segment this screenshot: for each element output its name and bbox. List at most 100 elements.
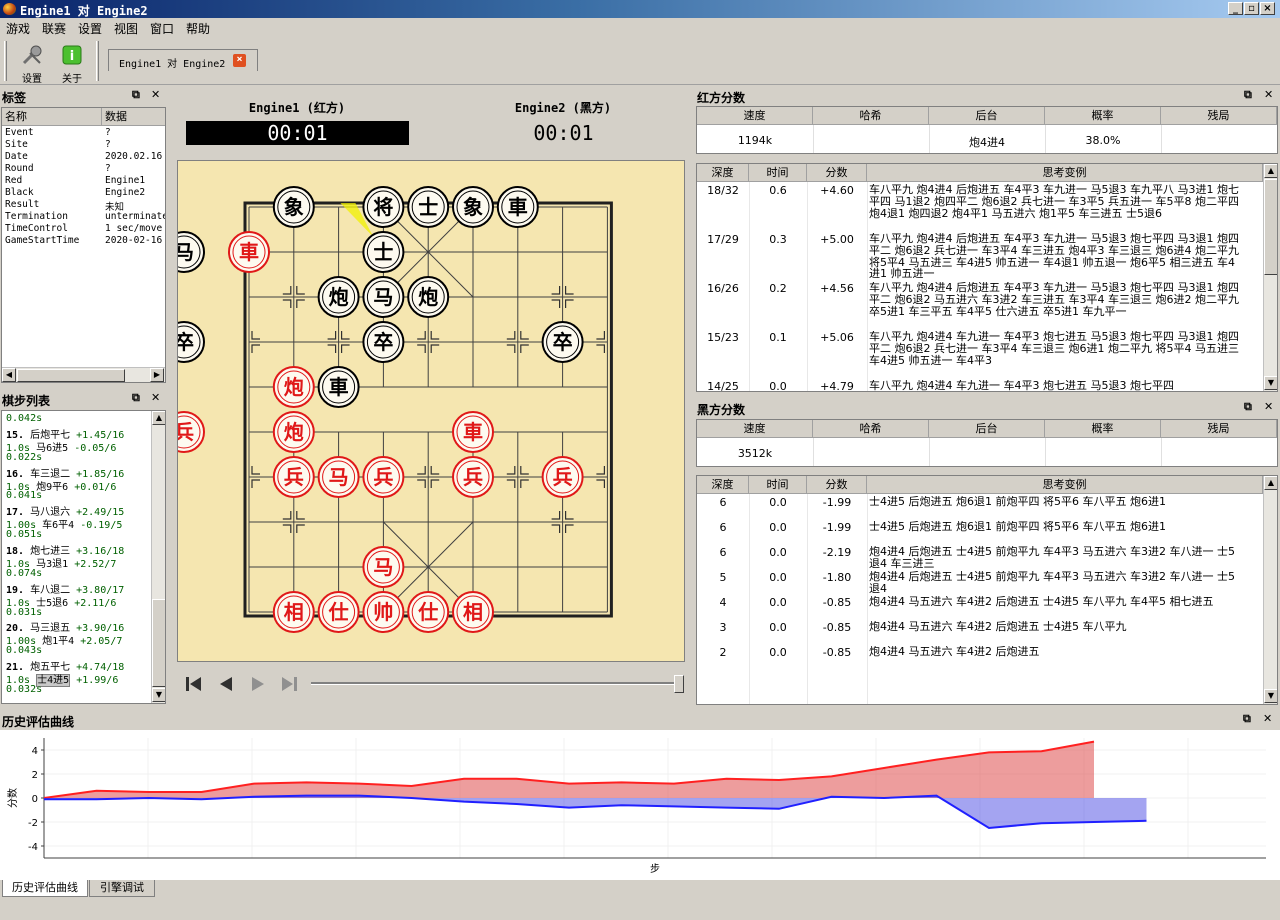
move-list-line[interactable]: 19. 车八退二 +3.80/17 xyxy=(6,581,124,596)
menu-settings[interactable]: 设置 xyxy=(78,20,102,37)
float-icon[interactable]: ⧉ xyxy=(132,88,140,102)
piece-black[interactable]: 卒 xyxy=(362,321,405,363)
move-list-line[interactable]: 15. 后炮平七 +1.45/16 xyxy=(6,426,124,441)
scroll-up-icon[interactable]: ▲ xyxy=(152,411,165,425)
move-list-line[interactable]: 0.022s xyxy=(6,452,42,465)
tab-engine-debug[interactable]: 引擎调试 xyxy=(89,880,155,897)
move-list-line[interactable]: 1.0s 马3退1 +2.52/7 xyxy=(6,555,116,570)
red-pv-vscrollbar[interactable]: ▲ ▼ xyxy=(1263,164,1277,391)
move-list-line[interactable]: 0.032s xyxy=(6,684,42,697)
menu-help[interactable]: 帮助 xyxy=(186,20,210,37)
piece-black[interactable]: 卒 xyxy=(541,321,584,363)
movelist-scroll-thumb[interactable] xyxy=(152,599,165,687)
piece-red[interactable]: 仕 xyxy=(317,591,360,633)
tags-col-name[interactable]: 名称 xyxy=(2,108,102,126)
move-list-line[interactable]: 1.0s 士5退6 +2.11/6 xyxy=(6,594,116,609)
piece-black[interactable]: 車 xyxy=(317,366,360,408)
piece-black[interactable]: 車 xyxy=(496,186,539,228)
scroll-right-icon[interactable]: ▶ xyxy=(150,368,164,382)
scroll-down-icon[interactable]: ▼ xyxy=(152,688,165,702)
move-list-line[interactable]: 0.031s xyxy=(6,607,42,620)
menu-window[interactable]: 窗口 xyxy=(150,20,174,37)
piece-black[interactable]: 象 xyxy=(272,186,315,228)
close-icon[interactable]: ✕ xyxy=(1264,400,1273,413)
pv-header[interactable]: 分数 xyxy=(807,476,867,494)
black-move[interactable]: 车6平4 xyxy=(42,520,74,531)
piece-red[interactable]: 相 xyxy=(272,591,315,633)
pv-header[interactable]: 时间 xyxy=(749,476,807,494)
pv-row[interactable]: 17/29 0.3 +5.00 车八平九 炮4进4 后炮进五 车4平3 车九进一 马5… xyxy=(697,233,1263,282)
move-slider-track[interactable] xyxy=(311,682,681,685)
pv-row[interactable]: 6 0.0 -1.99 士4进5 后炮进五 炮6退1 前炮平四 将5平6 车八平五 炮… xyxy=(697,521,1263,546)
scroll-left-icon[interactable]: ◀ xyxy=(2,368,16,382)
settings-button[interactable]: 设置 xyxy=(12,41,52,85)
piece-black[interactable]: 卒 xyxy=(163,321,205,363)
piece-black[interactable]: 士 xyxy=(362,231,405,273)
piece-red[interactable]: 車 xyxy=(452,411,494,453)
move-list-line[interactable]: 0.043s xyxy=(6,645,42,658)
pv-row[interactable]: 6 0.0 -2.19 炮4进4 后炮进五 士4进5 前炮平九 车4平3 马五进六 车… xyxy=(697,546,1263,571)
move-list-line[interactable]: 0.042s xyxy=(6,413,42,426)
menu-game[interactable]: 游戏 xyxy=(6,20,30,37)
pv-header[interactable]: 深度 xyxy=(697,164,749,182)
piece-black[interactable]: 士 xyxy=(407,186,450,228)
piece-black[interactable]: 将 xyxy=(362,186,405,228)
pv-row[interactable]: 5 0.0 -1.80 炮4进4 后炮进五 士4进5 前炮平九 车4平3 马五进六 车… xyxy=(697,571,1263,596)
pv-row[interactable]: 2 0.0 -0.85 炮4进4 马五进六 车4进2 后炮进五 xyxy=(697,646,1263,671)
black-move[interactable]: 炮1平4 xyxy=(42,636,74,647)
pv-header[interactable]: 思考变例 xyxy=(867,164,1263,182)
close-icon[interactable]: ✕ xyxy=(1264,88,1273,101)
pv-row[interactable]: 4 0.0 -0.85 炮4进4 马五进六 车4进2 后炮进五 士4进5 车八平九 车… xyxy=(697,596,1263,621)
piece-black[interactable]: 炮 xyxy=(407,276,450,318)
piece-black[interactable]: 象 xyxy=(452,186,494,228)
move-list-line[interactable]: 18. 炮七进三 +3.16/18 xyxy=(6,542,124,557)
piece-red[interactable]: 兵 xyxy=(452,456,494,498)
next-move-icon[interactable] xyxy=(249,676,267,692)
close-button[interactable]: × xyxy=(1260,2,1275,15)
pv-header[interactable]: 深度 xyxy=(697,476,749,494)
piece-red[interactable]: 仕 xyxy=(407,591,450,633)
piece-red[interactable]: 兵 xyxy=(163,411,205,453)
move-list-line[interactable]: 20. 马三退五 +3.90/16 xyxy=(6,619,124,634)
piece-red[interactable]: 相 xyxy=(452,591,494,633)
tags-hscrollbar[interactable]: ◀ ▶ xyxy=(2,367,165,382)
about-button[interactable]: i 关于 xyxy=(52,41,92,85)
black-pv-vscrollbar[interactable]: ▲ ▼ xyxy=(1263,476,1277,704)
move-list-line[interactable]: 1.0s 士4进5 +1.99/6 xyxy=(6,671,118,687)
piece-red[interactable]: 帅 xyxy=(362,591,405,633)
movelist-vscrollbar[interactable]: ▲ ▼ xyxy=(151,411,165,703)
first-move-icon[interactable] xyxy=(185,676,203,692)
move-list-line[interactable]: 16. 车三退二 +1.85/16 xyxy=(6,465,124,480)
pv-row[interactable]: 3 0.0 -0.85 炮4进4 马五进六 车4进2 后炮进五 士4进5 车八平九 xyxy=(697,621,1263,646)
piece-red[interactable]: 炮 xyxy=(272,411,315,453)
move-list-line[interactable]: 1.0s 马6进5 -0.05/6 xyxy=(6,439,116,454)
move-slider-thumb[interactable] xyxy=(674,675,684,693)
restore-button[interactable]: ▫ xyxy=(1244,2,1259,15)
document-tab[interactable]: Engine1 对 Engine2 × xyxy=(108,49,258,71)
menu-view[interactable]: 视图 xyxy=(114,20,138,37)
float-icon[interactable]: ⧉ xyxy=(1244,88,1252,102)
close-icon[interactable]: ✕ xyxy=(151,88,160,101)
close-icon[interactable]: ✕ xyxy=(151,391,160,404)
float-icon[interactable]: ⧉ xyxy=(132,391,140,405)
piece-red[interactable]: 兵 xyxy=(272,456,315,498)
float-icon[interactable]: ⧉ xyxy=(1244,400,1252,414)
pv-header[interactable]: 时间 xyxy=(749,164,807,182)
close-icon[interactable]: ✕ xyxy=(1263,712,1272,725)
piece-black[interactable]: 马 xyxy=(163,231,205,273)
piece-red[interactable]: 马 xyxy=(362,546,405,588)
pv-header[interactable]: 思考变例 xyxy=(867,476,1263,494)
pv-row[interactable]: 15/23 0.1 +5.06 车八平九 炮4进4 车九进一 车4平3 炮七进五 马5… xyxy=(697,331,1263,380)
piece-red[interactable]: 兵 xyxy=(541,456,584,498)
move-list-line[interactable]: 0.074s xyxy=(6,568,42,581)
pv-row[interactable]: 14/25 0.0 +4.79 车八平九 炮4进4 车九进一 车4平3 炮七进五 马5… xyxy=(697,380,1263,391)
float-icon[interactable]: ⧉ xyxy=(1243,712,1251,726)
pv-row[interactable]: 16/26 0.2 +4.56 车八平九 炮4进4 后炮进五 车4平3 车九进一 马5… xyxy=(697,282,1263,331)
pv-header[interactable]: 分数 xyxy=(807,164,867,182)
minimize-button[interactable]: _ xyxy=(1228,2,1243,15)
menu-league[interactable]: 联赛 xyxy=(42,20,66,37)
scroll-down-icon[interactable]: ▼ xyxy=(1264,376,1277,390)
piece-red[interactable]: 马 xyxy=(317,456,360,498)
move-list-line[interactable]: 1.00s 车6平4 -0.19/5 xyxy=(6,516,122,531)
move-list-line[interactable]: 1.0s 炮9平6 +0.01/6 xyxy=(6,478,116,493)
